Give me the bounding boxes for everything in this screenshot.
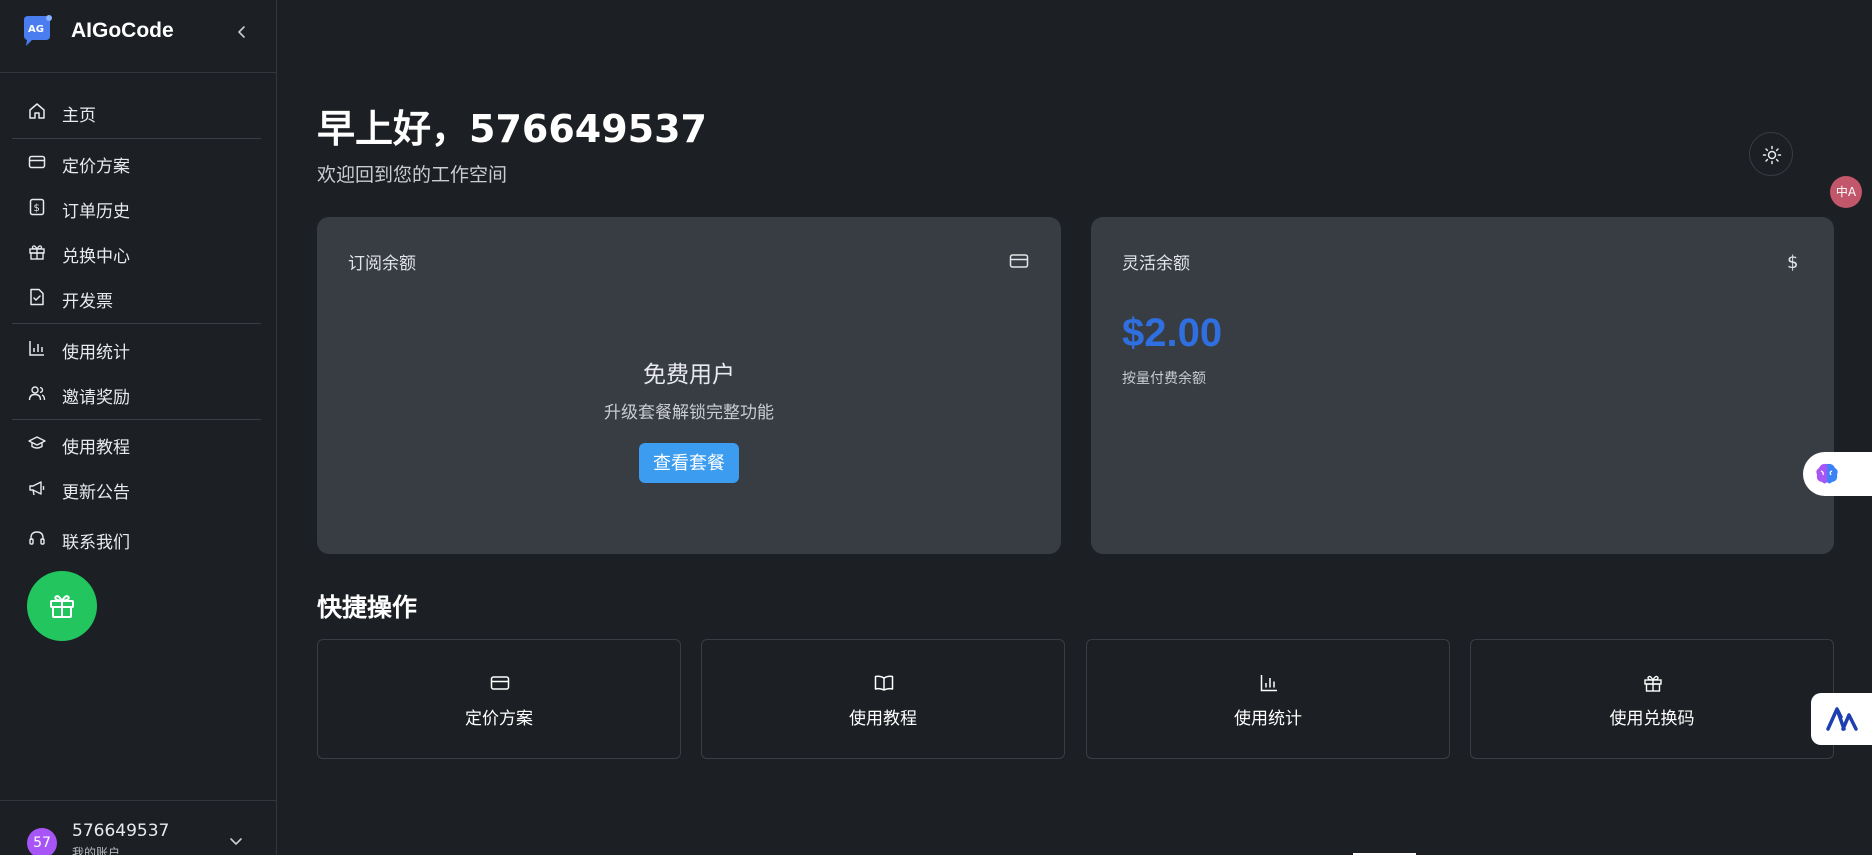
quick-action-label: 使用统计 xyxy=(1234,709,1302,729)
sun-icon xyxy=(1762,145,1782,165)
quick-actions-title: 快捷操作 xyxy=(317,593,418,622)
sidebar-item-label: 开发票 xyxy=(62,292,113,312)
brand-logo-icon: AG xyxy=(20,14,54,48)
quick-action-tutorial[interactable]: 使用教程 xyxy=(701,639,1065,759)
view-plans-button[interactable]: 查看套餐 xyxy=(639,443,739,483)
brand-header: AG AIGoCode xyxy=(0,0,276,73)
sidebar: AG AIGoCode 主页 定价方案 $ 订单历史 兑换中心 开发票 使用统计… xyxy=(0,0,277,855)
sidebar-item-home[interactable]: 主页 xyxy=(12,92,262,130)
gift-icon xyxy=(29,245,45,260)
user-subtitle: 我的账户 xyxy=(72,846,121,855)
credit-card-icon xyxy=(490,676,510,690)
home-icon xyxy=(29,103,45,119)
quick-action-pricing[interactable]: 定价方案 xyxy=(317,639,681,759)
quick-action-label: 使用教程 xyxy=(849,709,917,729)
ai-chat-float-button[interactable] xyxy=(1811,693,1872,745)
nav-divider xyxy=(12,323,261,324)
sidebar-item-contact[interactable]: 联系我们 xyxy=(12,519,262,557)
subscription-balance-card: 订阅余额 免费用户 升级套餐解锁完整功能 查看套餐 xyxy=(317,217,1061,554)
translate-button[interactable]: 中A xyxy=(1830,176,1862,208)
sidebar-item-usage-stats[interactable]: 使用统计 xyxy=(12,329,262,367)
user-menu-toggle[interactable] xyxy=(227,832,245,850)
sidebar-item-referral[interactable]: 邀请奖励 xyxy=(12,374,262,412)
sidebar-item-label: 邀请奖励 xyxy=(62,388,130,408)
bar-chart-icon xyxy=(1260,675,1277,692)
chevron-left-icon xyxy=(238,26,245,38)
avatar: 57 xyxy=(27,828,57,855)
card-title: 灵活余额 xyxy=(1122,254,1190,274)
page-subtitle: 欢迎回到您的工作空间 xyxy=(317,164,508,186)
theme-toggle-button[interactable] xyxy=(1749,132,1793,176)
credit-card-icon xyxy=(28,155,46,169)
graduation-cap-icon xyxy=(28,436,46,449)
user-account-menu[interactable]: 57 576649537 我的账户 xyxy=(0,800,276,855)
svg-text:$: $ xyxy=(1787,252,1798,271)
sidebar-item-label: 主页 xyxy=(62,106,96,126)
sidebar-item-label: 使用统计 xyxy=(62,343,130,363)
sidebar-item-label: 联系我们 xyxy=(62,533,130,553)
user-name: 576649537 xyxy=(72,821,170,841)
plan-hint: 升级套餐解锁完整功能 xyxy=(604,403,774,423)
sidebar-item-pricing[interactable]: 定价方案 xyxy=(12,143,262,181)
credit-card-icon xyxy=(1009,254,1029,268)
card-title: 订阅余额 xyxy=(348,254,416,274)
sidebar-item-tutorial[interactable]: 使用教程 xyxy=(12,424,262,462)
svg-text:$: $ xyxy=(34,203,40,214)
sidebar-item-redeem[interactable]: 兑换中心 xyxy=(12,233,262,271)
ai-assistant-float-button[interactable] xyxy=(1803,452,1872,496)
sidebar-item-label: 更新公告 xyxy=(62,483,130,503)
users-icon xyxy=(28,386,46,401)
flexible-balance-card: 灵活余额 $ $2.00 按量付费余额 xyxy=(1091,217,1834,554)
svg-text:AG: AG xyxy=(28,24,44,35)
page-title: 早上好，576649537 xyxy=(317,107,707,151)
headset-icon xyxy=(29,531,45,545)
quick-action-label: 使用兑换码 xyxy=(1609,709,1695,729)
quick-action-label: 定价方案 xyxy=(465,709,533,729)
sidebar-item-label: 使用教程 xyxy=(62,438,130,458)
collapse-sidebar-button[interactable] xyxy=(232,22,252,42)
flexible-balance-note: 按量付费余额 xyxy=(1122,371,1206,387)
sidebar-item-label: 兑换中心 xyxy=(62,247,130,267)
dollar-icon: $ xyxy=(1787,252,1798,271)
flexible-balance-amount: $2.00 xyxy=(1122,311,1223,355)
receipt-dollar-icon: $ xyxy=(29,198,45,216)
gift-fab-button[interactable] xyxy=(27,571,97,641)
brand-name: AIGoCode xyxy=(71,19,174,42)
gift-icon xyxy=(1644,675,1662,692)
sidebar-item-invoice[interactable]: 开发票 xyxy=(12,278,262,316)
invoice-file-icon xyxy=(30,288,44,306)
nav-divider xyxy=(12,419,261,420)
brain-icon xyxy=(1816,463,1838,484)
gift-icon xyxy=(50,595,74,618)
sidebar-item-order-history[interactable]: $ 订单历史 xyxy=(12,188,262,226)
chevron-down-icon xyxy=(230,838,242,845)
megaphone-icon xyxy=(29,481,45,496)
sidebar-item-label: 订单历史 xyxy=(62,202,130,222)
bar-chart-icon xyxy=(29,341,44,356)
plan-name: 免费用户 xyxy=(643,362,735,388)
sidebar-item-label: 定价方案 xyxy=(62,157,130,177)
ai-logo-icon xyxy=(1826,707,1858,731)
sidebar-item-announcements[interactable]: 更新公告 xyxy=(12,469,262,507)
book-open-icon xyxy=(874,675,894,691)
quick-action-usage-stats[interactable]: 使用统计 xyxy=(1086,639,1450,759)
quick-action-redeem-code[interactable]: 使用兑换码 xyxy=(1470,639,1834,759)
nav-divider xyxy=(12,138,261,139)
